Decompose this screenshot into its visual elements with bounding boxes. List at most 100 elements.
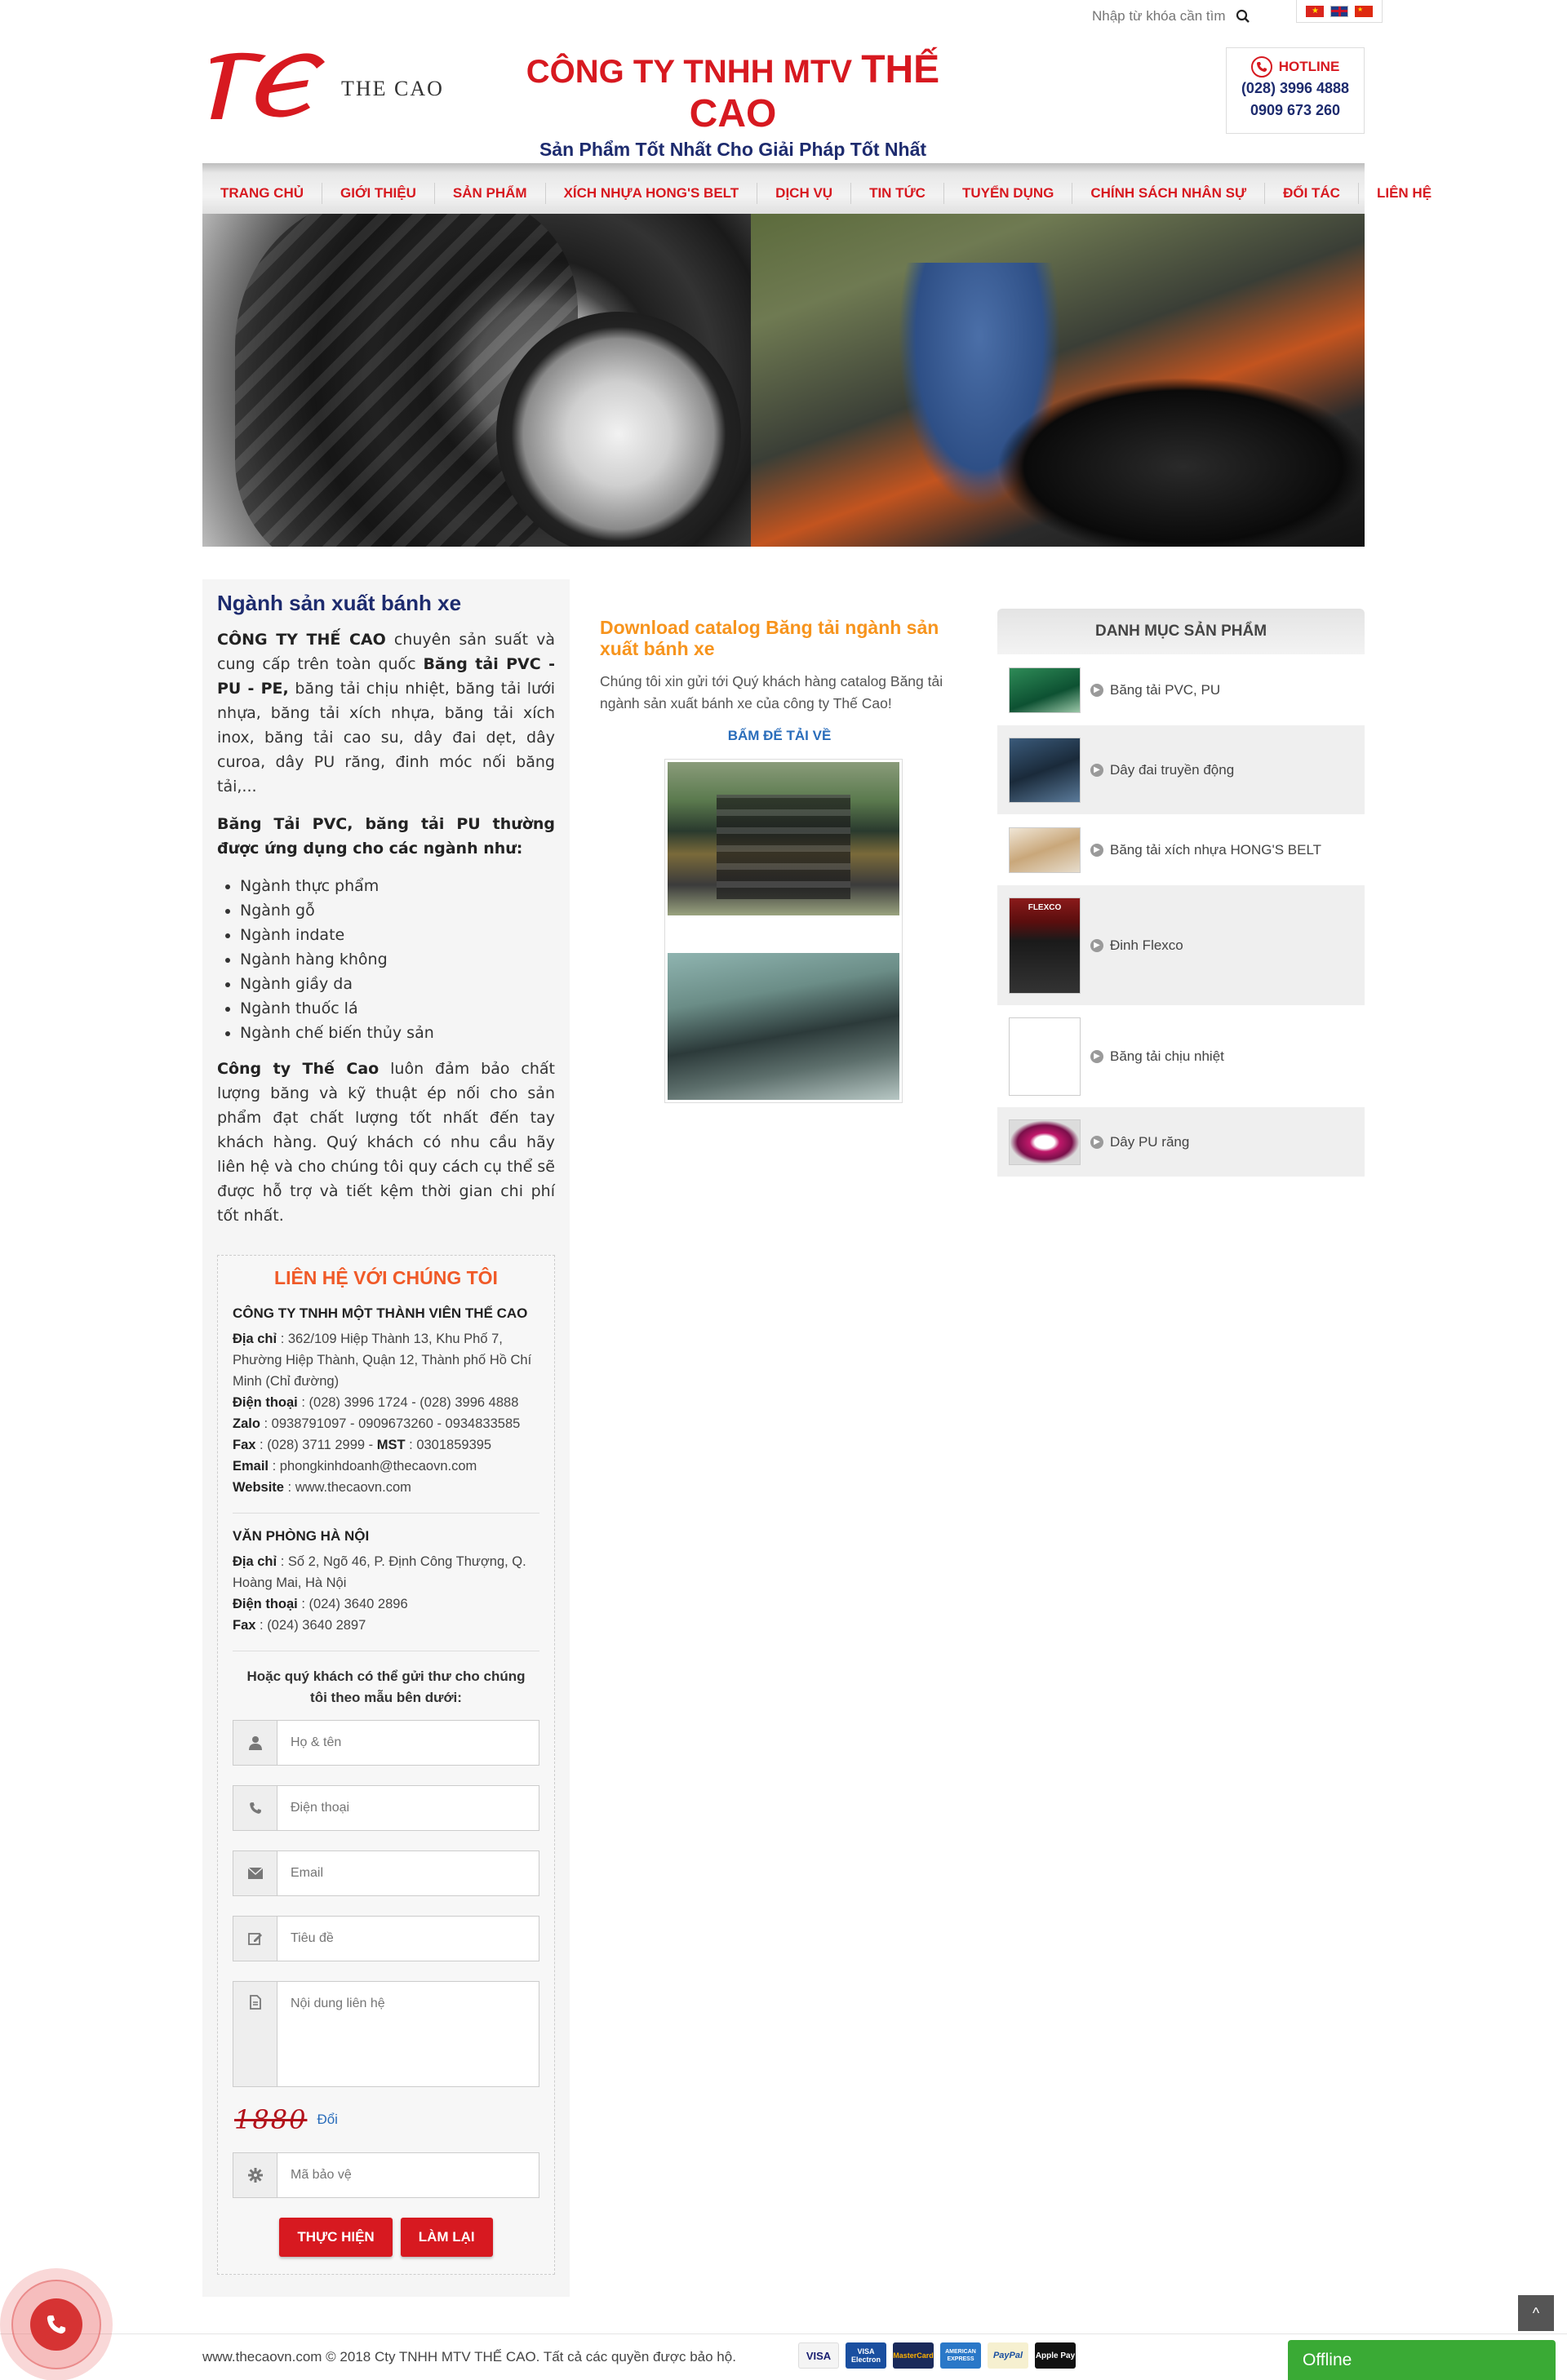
intro-company: CÔNG TY THẾ CAO [217, 631, 386, 649]
name-input[interactable] [277, 1721, 539, 1765]
logo-mark-icon [211, 52, 325, 119]
nav-hr-policy[interactable]: CHÍNH SÁCH NHÂN SỰ [1072, 183, 1266, 204]
phone-input[interactable] [277, 1786, 539, 1830]
payment-methods: VISA VISA Electron MasterCard AMERICAN E… [798, 2342, 1076, 2369]
submit-button[interactable]: THỰC HIỆN [279, 2218, 393, 2257]
hanoi-address: Địa chỉ : Số 2, Ngõ 46, P. Định Công Thư… [233, 1551, 539, 1593]
back-to-top-button[interactable]: ^ [1518, 2295, 1554, 2331]
category-label: Dây đai truyền động [1110, 761, 1235, 778]
phone-value: : (028) 3996 1724 - (028) 3996 4888 [297, 1395, 519, 1410]
list-item: Ngành hàng không [240, 947, 555, 972]
hanoi-fax-value: : (024) 3640 2897 [255, 1618, 366, 1633]
copyright-text: www.thecaovn.com © 2018 Cty TNHH MTV THẾ… [202, 2349, 736, 2364]
nav-about[interactable]: GIỚI THIỆU [322, 183, 435, 204]
nav-home[interactable]: TRANG CHỦ [202, 183, 322, 204]
download-link[interactable]: BẤM ĐỂ TẢI VỀ [600, 728, 959, 744]
category-thumb [1009, 1017, 1081, 1096]
nav-careers[interactable]: TUYỂN DỤNG [944, 183, 1073, 204]
message-textarea[interactable] [277, 1982, 539, 2086]
contact-email: Email : phongkinhdoanh@thecaovn.com [233, 1456, 539, 1477]
category-item-transmission-belt[interactable]: ▶ Dây đai truyền động [997, 725, 1365, 814]
list-item: Ngành thực phẩm [240, 874, 555, 898]
catalog-image-belt [668, 953, 899, 1100]
closing-company: Công ty Thế Cao [217, 1060, 380, 1078]
category-item-flexco[interactable]: FLEXCO ▶ Đinh Flexco [997, 884, 1365, 1005]
phone-label: Điện thoại [233, 1395, 298, 1410]
hero-banner [202, 214, 1365, 547]
category-thumb [1009, 737, 1081, 803]
list-item: Ngành gỗ [240, 898, 555, 923]
captcha-refresh-link[interactable]: Đổi [317, 2112, 338, 2128]
chinese-flag-icon[interactable] [1355, 5, 1373, 17]
catalog-preview[interactable] [664, 759, 903, 1103]
top-bar [0, 0, 1567, 33]
catalog-title[interactable]: Download catalog Băng tải ngành sản xuất… [600, 617, 959, 659]
site-header: THE CAO CÔNG TY TNHH MTV THẾ CAO Sản Phẩ… [202, 33, 1365, 163]
phone-icon [1250, 56, 1272, 78]
hanoi-office-title: VĂN PHÒNG HÀ NỘI [233, 1528, 370, 1544]
nav-services[interactable]: DỊCH VỤ [757, 183, 852, 204]
nav-partners[interactable]: ĐỐI TÁC [1265, 183, 1359, 204]
hanoi-fax: Fax : (024) 3640 2897 [233, 1615, 539, 1636]
vietnamese-flag-icon[interactable] [1306, 5, 1324, 17]
email-value[interactable]: : phongkinhdoanh@thecaovn.com [269, 1459, 477, 1474]
search-input[interactable] [1085, 5, 1232, 28]
applications-list: Ngành thực phẩm Ngành gỗ Ngành indate Ng… [240, 874, 555, 1045]
logo[interactable]: THE CAO [202, 44, 480, 126]
main-nav: TRANG CHỦ GIỚI THIỆU SẢN PHẨM XÍCH NHỰA … [202, 163, 1432, 214]
contact-address: Địa chỉ : 362/109 Hiệp Thành 13, Khu Phố… [233, 1328, 539, 1392]
form-note: Hoặc quý khách có thể gửi thư cho chúng … [246, 1669, 526, 1705]
category-label: Dây PU răng [1110, 1133, 1190, 1150]
contact-title: LIÊN HỆ VỚI CHÚNG TÔI [274, 1267, 498, 1288]
captcha-row: 1880 Đổi [234, 2103, 539, 2136]
hanoi-address-value: : Số 2, Ngõ 46, P. Định Công Thượng, Q. … [233, 1554, 526, 1590]
subject-field [233, 1916, 539, 1961]
hotline-number-1[interactable]: (028) 3996 4888 [1227, 78, 1364, 100]
search-icon[interactable] [1232, 6, 1254, 27]
arrow-right-icon: ▶ [1090, 938, 1103, 952]
subject-input[interactable] [277, 1917, 539, 1961]
applications-heading-text: Băng Tải PVC, băng tải PU thường được ứn… [217, 815, 555, 858]
nav-news[interactable]: TIN TỨC [851, 183, 944, 204]
nav-hongs-belt[interactable]: XÍCH NHỰA HONG'S BELT [546, 183, 758, 204]
list-item: Ngành chế biến thủy sản [240, 1021, 555, 1045]
website-value[interactable]: : www.thecaovn.com [284, 1480, 411, 1495]
chat-status-button[interactable]: Offline [1288, 2340, 1556, 2380]
category-item-pu-timing-belt[interactable]: ▶ Dây PU răng [997, 1106, 1365, 1177]
category-label: Băng tải chịu nhiệt [1110, 1048, 1224, 1064]
catalog-image-factory [668, 762, 899, 915]
category-thumb [1009, 667, 1081, 713]
rubber-roll [996, 377, 1365, 547]
arrow-right-icon: ▶ [1090, 683, 1103, 697]
contact-zalo: Zalo : 0938791097 - 0909673260 - 0934833… [233, 1413, 539, 1434]
user-icon [233, 1721, 277, 1765]
call-now-button[interactable] [0, 2268, 113, 2380]
apple-pay-icon: Apple Pay [1035, 2342, 1076, 2369]
contact-company: CÔNG TY TNHH MỘT THÀNH VIÊN THẾ CAO [233, 1305, 528, 1321]
visa-icon: VISA [798, 2342, 839, 2369]
address-value[interactable]: : 362/109 Hiệp Thành 13, Khu Phố 7, Phườ… [233, 1332, 531, 1389]
reset-button[interactable]: LÀM LẠI [400, 2218, 493, 2257]
hotline-label: HOTLINE [1278, 59, 1340, 74]
english-flag-icon[interactable] [1330, 5, 1348, 17]
category-item-hongs-belt[interactable]: ▶ Băng tải xích nhựa HONG'S BELT [997, 814, 1365, 884]
category-item-heat-resistant[interactable]: ▶ Băng tải chịu nhiệt [997, 1005, 1365, 1106]
catalog-description: Chúng tôi xin gửi tới Quý khách hàng cat… [600, 673, 943, 711]
captcha-input[interactable] [277, 2153, 539, 2197]
nav-products[interactable]: SẢN PHẨM [435, 183, 546, 204]
call-ring [11, 2280, 101, 2369]
hanoi-address-label: Địa chỉ [233, 1554, 277, 1569]
contact-fax: Fax : (028) 3711 2999 - MST : 0301859395 [233, 1434, 539, 1456]
contact-website: Website : www.thecaovn.com [233, 1477, 539, 1498]
nav-contact[interactable]: LIÊN HỆ [1359, 183, 1449, 204]
language-switcher [1296, 0, 1383, 23]
hotline-number-2[interactable]: 0909 673 260 [1227, 100, 1364, 122]
applications-heading: Băng Tải PVC, băng tải PU thường được ứn… [217, 812, 555, 861]
email-input[interactable] [277, 1851, 539, 1895]
category-item-pvc-pu[interactable]: ▶ Băng tải PVC, PU [997, 654, 1365, 725]
phone-field [233, 1785, 539, 1831]
arrow-right-icon: ▶ [1090, 843, 1103, 857]
fax-label: Fax [233, 1438, 256, 1452]
hotline-title: HOTLINE [1227, 56, 1364, 78]
amex-icon: AMERICAN EXPRESS [940, 2342, 981, 2369]
